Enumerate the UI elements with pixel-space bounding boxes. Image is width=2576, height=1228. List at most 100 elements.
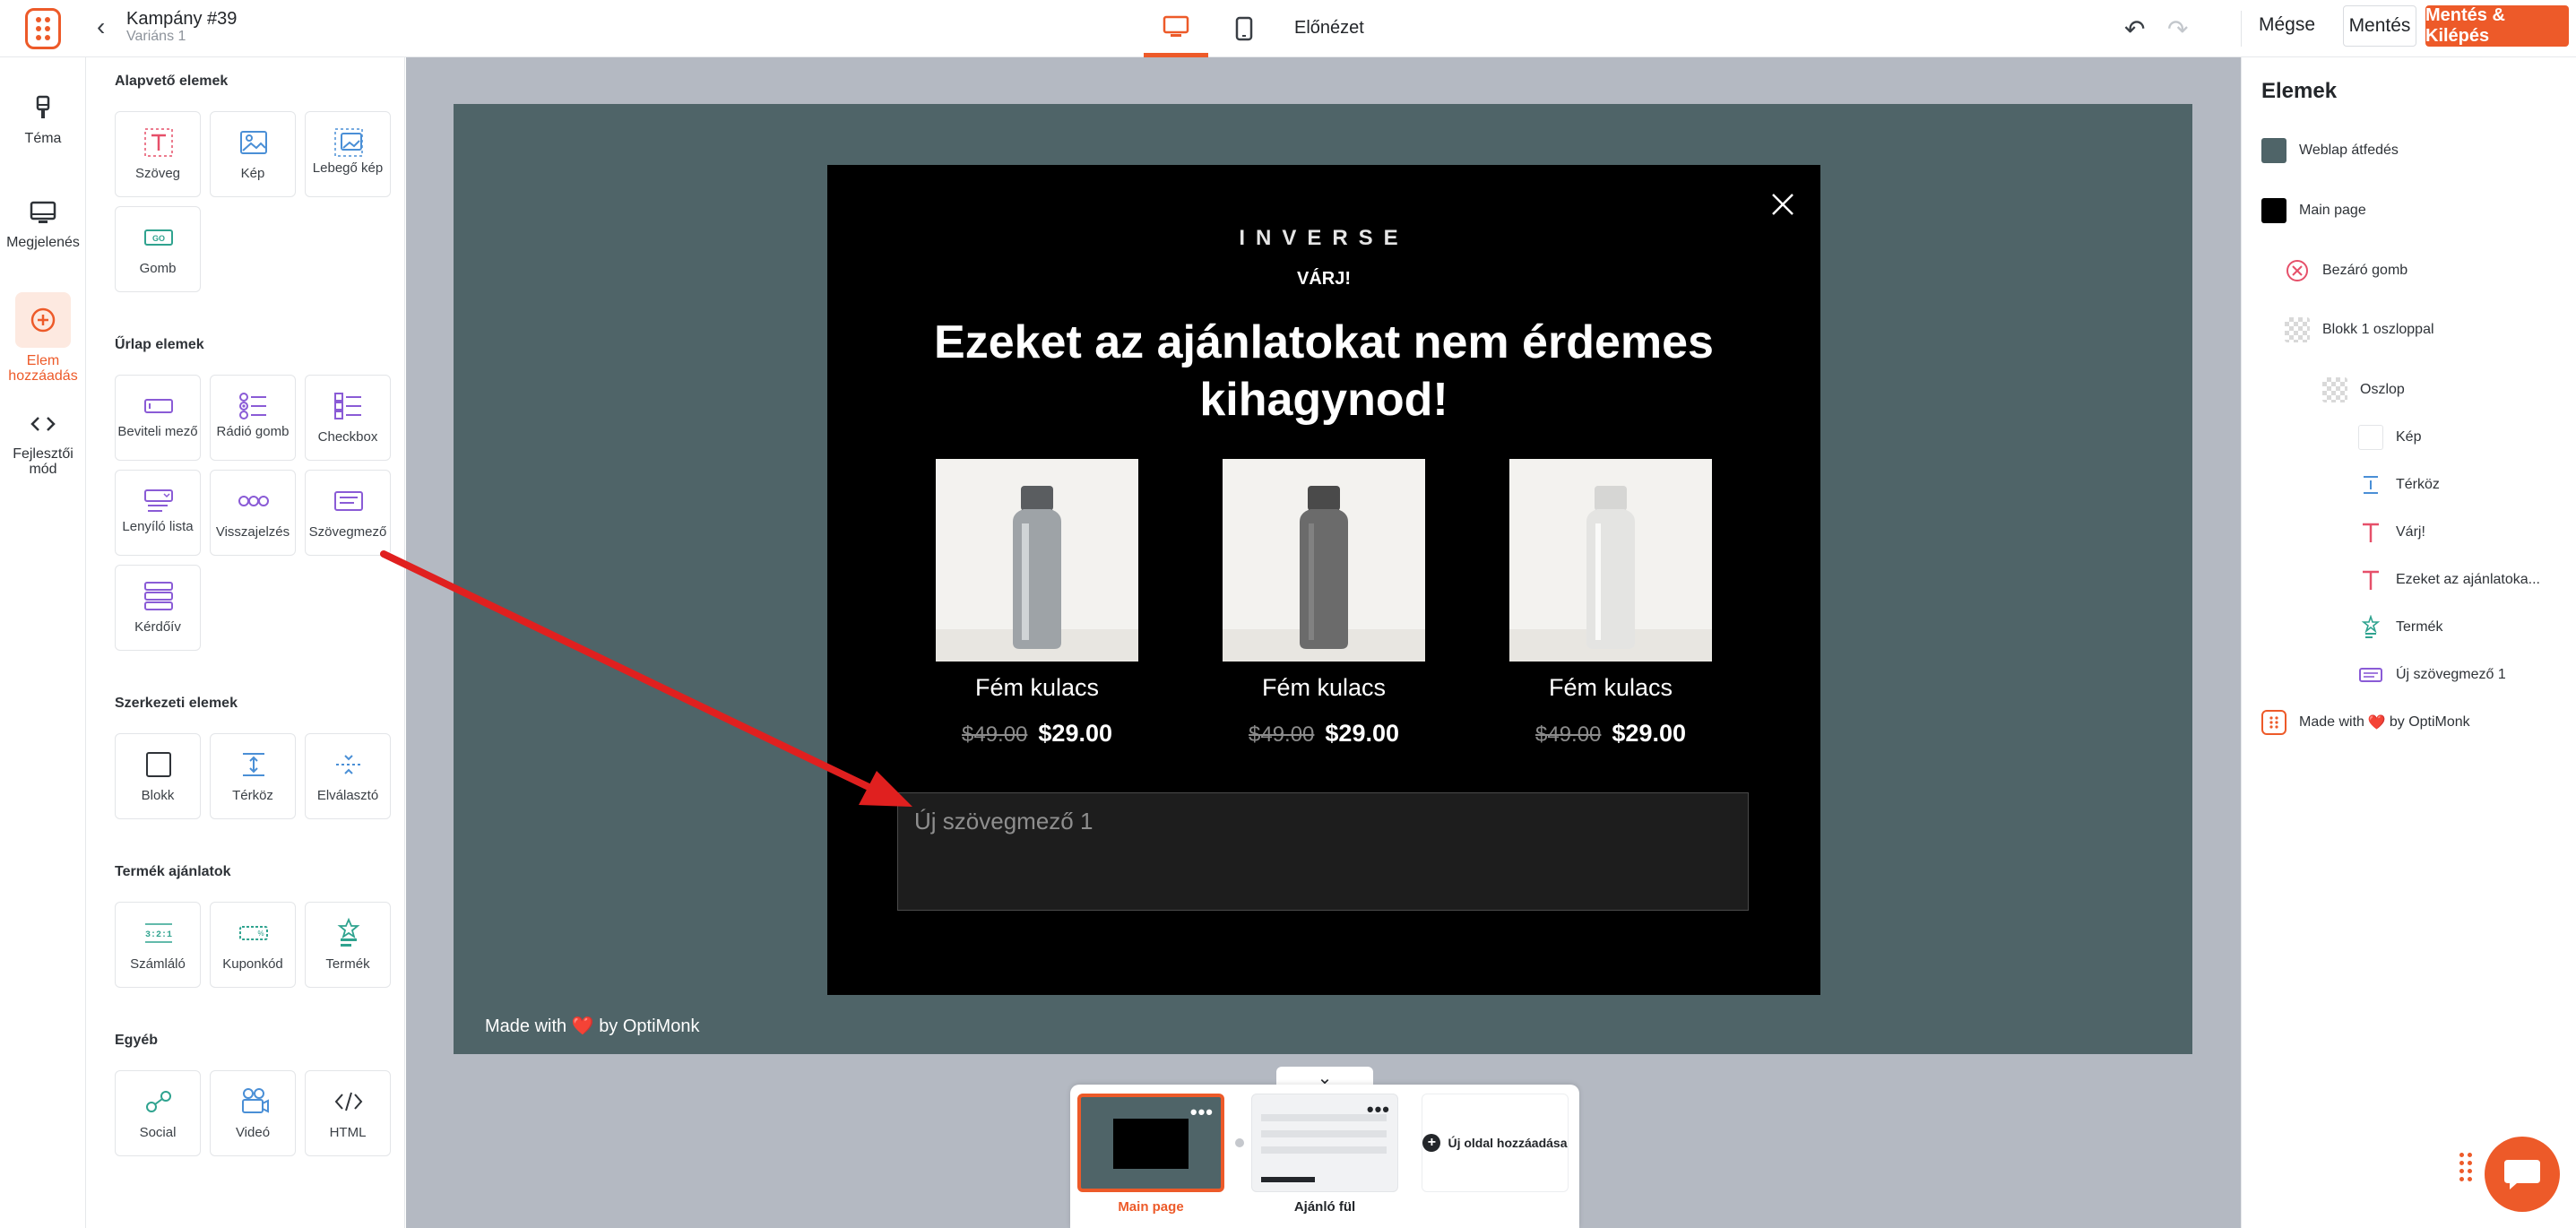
tile-product[interactable]: Termék xyxy=(305,902,391,988)
section-title-other: Egyéb xyxy=(115,1033,159,1048)
tile-label: HTML xyxy=(329,1125,367,1140)
layer-item[interactable]: Made with ❤️ by OptiMonk xyxy=(2261,708,2470,737)
tile-feedback[interactable]: Visszajelzés xyxy=(210,470,296,556)
new-price: $29.00 xyxy=(1038,720,1112,747)
rail-item-theme[interactable]: Téma xyxy=(0,93,86,146)
layer-item[interactable]: Várj! xyxy=(2358,518,2425,547)
rail-item-add-element[interactable]: Elem hozzáadás xyxy=(0,292,86,384)
tile-spacer[interactable]: Térköz xyxy=(210,733,296,819)
rail-label: Megjelenés xyxy=(6,235,80,250)
layer-item[interactable]: Main page xyxy=(2261,196,2366,225)
image-swatch-icon xyxy=(2358,425,2383,450)
made-with-suffix: by OptiMonk xyxy=(599,1016,700,1036)
product-card[interactable]: Fém kulacs $49.00 $29.00 xyxy=(1223,459,1425,748)
page-menu-dots-icon[interactable]: ••• xyxy=(1367,1098,1390,1121)
layer-item[interactable]: Blokk 1 oszloppal xyxy=(2285,316,2434,344)
undo-icon[interactable]: ↶ xyxy=(2124,14,2145,44)
add-element-panel: Alapvető elemek Szöveg Kép Lebegő kép GO… xyxy=(86,57,405,1228)
brush-icon xyxy=(36,95,50,118)
layer-item[interactable]: Oszlop xyxy=(2322,376,2405,404)
cancel-button[interactable]: Mégse xyxy=(2259,14,2315,36)
popup-kicker[interactable]: VÁRJ! xyxy=(827,269,1820,290)
plus-circle-icon: + xyxy=(1422,1134,1441,1152)
tile-image[interactable]: Kép xyxy=(210,111,296,197)
layer-item[interactable]: Új szövegmező 1 xyxy=(2358,661,2506,689)
layer-label: Kép xyxy=(2396,429,2422,445)
variant-name: Variáns 1 xyxy=(126,29,186,44)
mobile-view-button[interactable] xyxy=(1226,0,1262,57)
layer-item[interactable]: Térköz xyxy=(2358,471,2440,499)
page-thumb-tab[interactable]: ••• xyxy=(1251,1094,1398,1192)
textarea-icon xyxy=(2358,662,2383,688)
back-chevron-icon[interactable]: ‹ xyxy=(97,13,105,41)
tile-dropdown[interactable]: Lenyíló lista xyxy=(115,470,201,556)
tile-radio-button[interactable]: Rádió gomb xyxy=(210,375,296,461)
tile-label: Szöveg xyxy=(134,166,181,181)
page-thumb-main[interactable]: ••• xyxy=(1077,1094,1224,1192)
product-card[interactable]: Fém kulacs $49.00 $29.00 xyxy=(1509,459,1712,748)
tile-label: Beviteli mező xyxy=(117,424,198,439)
page-label: Ajánló fül xyxy=(1293,1199,1356,1215)
close-icon[interactable] xyxy=(1770,192,1795,217)
save-and-exit-button[interactable]: Mentés & Kilépés xyxy=(2425,5,2569,47)
tile-survey[interactable]: Kérdőív xyxy=(115,565,201,651)
page-menu-dots-icon[interactable]: ••• xyxy=(1190,1101,1214,1124)
tile-coupon[interactable]: % Kuponkód xyxy=(210,902,296,988)
text-icon xyxy=(2358,567,2383,592)
layer-item[interactable]: Ezeket az ajánlatoka... xyxy=(2358,566,2540,594)
tile-input-field[interactable]: Beviteli mező xyxy=(115,375,201,461)
product-card[interactable]: Fém kulacs $49.00 $29.00 xyxy=(936,459,1138,748)
code-icon xyxy=(30,417,56,431)
product-image xyxy=(936,459,1138,662)
tile-textarea[interactable]: Szövegmező xyxy=(305,470,391,556)
layer-item[interactable]: Kép xyxy=(2358,423,2421,452)
layer-item[interactable]: Termék xyxy=(2358,613,2442,642)
popup-main-page[interactable]: INVERSE VÁRJ! Ezeket az ajánlatokat nem … xyxy=(827,165,1820,995)
section-title-basic: Alapvető elemek xyxy=(115,74,229,89)
chat-button[interactable] xyxy=(2485,1137,2560,1212)
tile-countdown[interactable]: 3:2:1 Számláló xyxy=(115,902,201,988)
product-price: $49.00 $29.00 xyxy=(936,720,1138,748)
desktop-view-button[interactable] xyxy=(1144,0,1208,57)
tile-text[interactable]: Szöveg xyxy=(115,111,201,197)
brand-logo: INVERSE xyxy=(1239,226,1409,250)
layer-item[interactable]: Bezáró gomb xyxy=(2285,256,2407,285)
plus-circle-icon xyxy=(30,307,56,333)
optimonk-logo-icon xyxy=(2261,710,2286,735)
optimonk-logo-icon[interactable] xyxy=(25,8,61,49)
campaign-title: Kampány #39 xyxy=(126,9,238,29)
rail-label: Téma xyxy=(24,131,62,146)
tile-label: Termék xyxy=(325,956,370,972)
popup-headline[interactable]: Ezeket az ajánlatokat nem érdemes kihagy… xyxy=(881,314,1767,428)
product-name: Fém kulacs xyxy=(1261,674,1387,701)
popup-textarea[interactable]: Új szövegmező 1 xyxy=(897,792,1749,911)
redo-icon[interactable]: ↷ xyxy=(2167,14,2188,44)
tile-button[interactable]: GO Gomb xyxy=(115,206,201,292)
tile-video[interactable]: Videó xyxy=(210,1070,296,1156)
toolbar-divider xyxy=(2241,11,2242,47)
rail-item-developer-mode[interactable]: Fejlesztői mód xyxy=(0,409,86,477)
save-button[interactable]: Mentés xyxy=(2343,5,2416,47)
tile-floating-image[interactable]: Lebegő kép xyxy=(305,111,391,197)
survey-icon xyxy=(144,582,173,610)
tile-block[interactable]: Blokk xyxy=(115,733,201,819)
made-with-badge[interactable]: Made with ❤️ by OptiMonk xyxy=(485,1015,699,1037)
add-page-button[interactable]: + Új oldal hozzáadása xyxy=(1422,1094,1569,1192)
spacer-icon xyxy=(243,753,264,776)
layer-item[interactable]: Weblap átfedés xyxy=(2261,136,2399,165)
tile-html[interactable]: HTML xyxy=(305,1070,391,1156)
divider-icon xyxy=(336,755,361,774)
preview-button[interactable]: Előnézet xyxy=(1294,18,1364,39)
product-name: Fém kulacs xyxy=(1548,674,1673,701)
video-icon xyxy=(242,1088,269,1113)
tile-social[interactable]: Social xyxy=(115,1070,201,1156)
input-field-icon xyxy=(144,399,173,413)
tile-label: Blokk xyxy=(141,788,175,803)
tile-divider[interactable]: Elválasztó xyxy=(305,733,391,819)
tile-checkbox[interactable]: Checkbox xyxy=(305,375,391,461)
rail-item-appearance[interactable]: Megjelenés xyxy=(0,197,86,250)
product-image xyxy=(1223,459,1425,662)
tile-label: Gomb xyxy=(139,261,177,276)
drag-grip-icon[interactable] xyxy=(2459,1153,2472,1181)
made-with-prefix: Made with xyxy=(485,1016,567,1036)
